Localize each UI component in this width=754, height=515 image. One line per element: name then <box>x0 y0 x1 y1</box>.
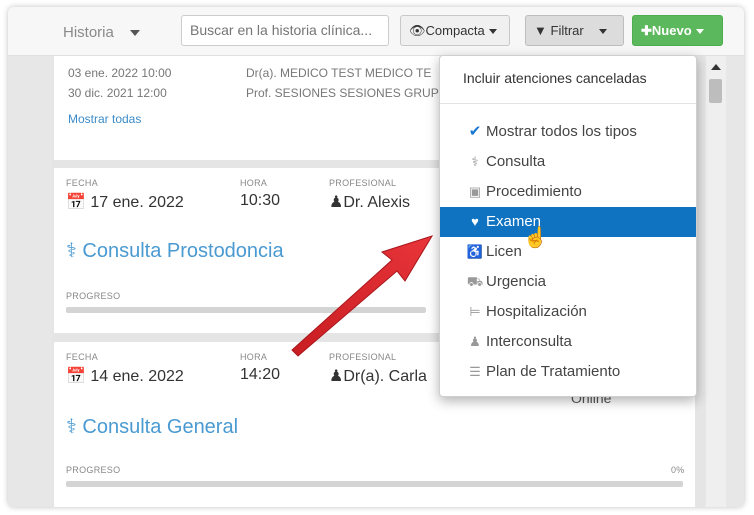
annotation-arrow <box>291 235 434 357</box>
hand-cursor-icon: ☝ <box>523 227 548 249</box>
arrow-shape <box>291 235 434 357</box>
